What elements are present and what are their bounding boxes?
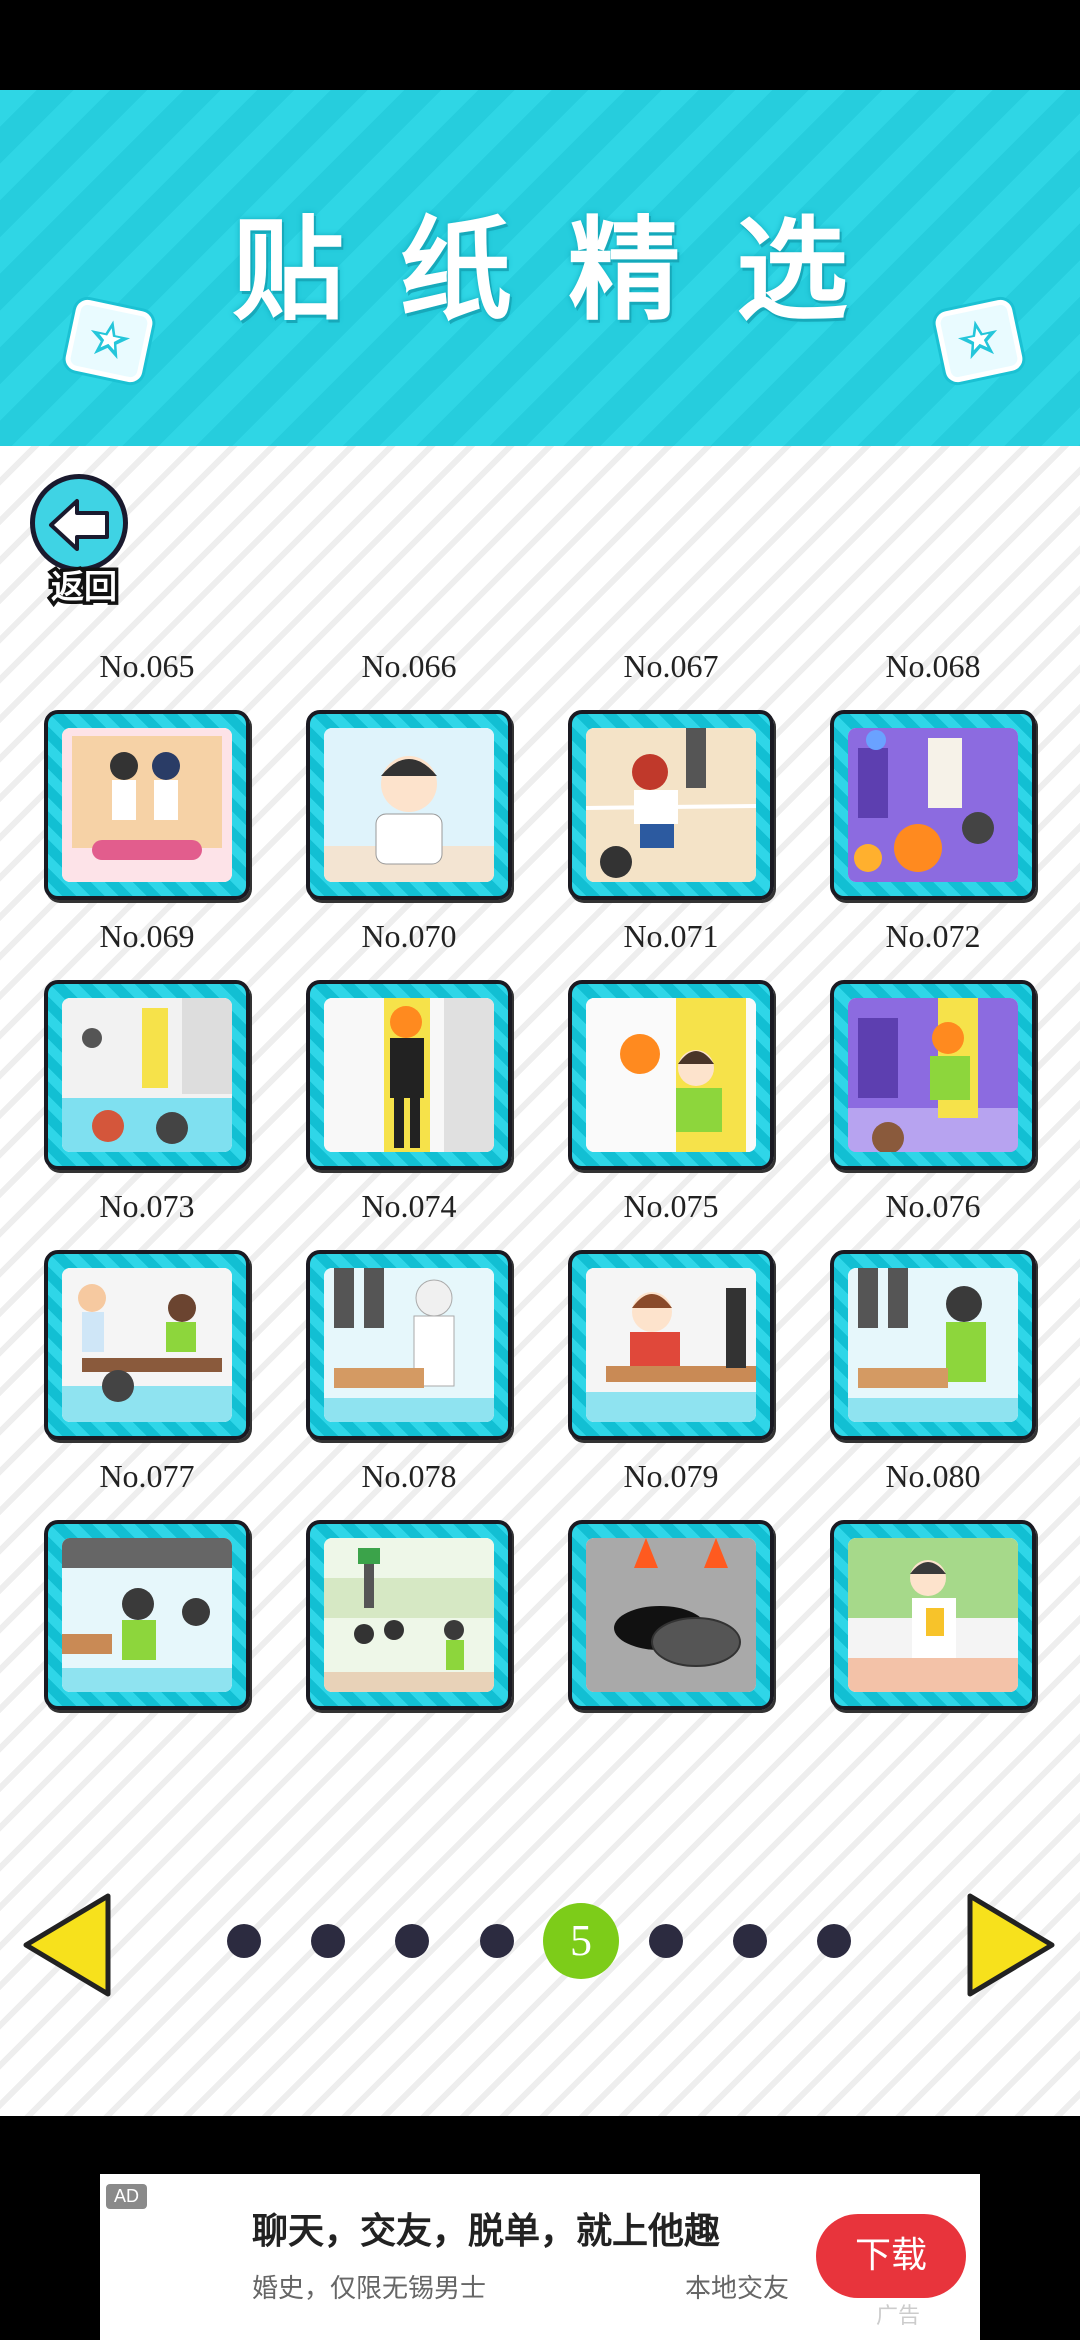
- page-dot[interactable]: [733, 1924, 767, 1958]
- sticker-label: No.069: [99, 918, 195, 954]
- page-title: 贴纸精选: [232, 206, 904, 336]
- page-dot[interactable]: [311, 1924, 345, 1958]
- sticker-label: No.068: [885, 648, 981, 684]
- ad-title[interactable]: 聊天，交友，脱单，就上他趣: [252, 2202, 720, 2254]
- right-arrow-icon[interactable]: [960, 1890, 1060, 2000]
- sticker-label: No.078: [361, 1458, 457, 1494]
- left-arrow-icon[interactable]: [18, 1890, 118, 2000]
- sticker-label: No.072: [885, 918, 981, 954]
- ad-subtitle: 本地交友: [685, 2274, 790, 2304]
- back-button[interactable]: 返回: [24, 474, 140, 614]
- sticker-card-071[interactable]: [568, 980, 774, 1170]
- page-dot[interactable]: [817, 1924, 851, 1958]
- ad-banner[interactable]: AD 聊天，交友，脱单，就上他趣 婚史，仅限无锡男士 本地交友 下载 广告: [100, 2174, 980, 2340]
- sticker-label: No.066: [361, 648, 457, 684]
- sticker-label: No.077: [99, 1458, 195, 1494]
- ad-badge: AD: [106, 2184, 148, 2209]
- sticker-label: No.080: [885, 1458, 981, 1494]
- status-bar: [0, 0, 1080, 90]
- sticker-label: No.071: [623, 918, 719, 954]
- sticker-card-076[interactable]: [830, 1250, 1036, 1440]
- sticker-label: No.075: [623, 1188, 719, 1224]
- sticker-label: No.070: [361, 918, 457, 954]
- page-dot[interactable]: [227, 1924, 261, 1958]
- sticker-card-080[interactable]: [830, 1520, 1036, 1710]
- page-dot[interactable]: [649, 1924, 683, 1958]
- ad-mark: 广告: [876, 2304, 921, 2329]
- sticker-card-069[interactable]: [44, 980, 250, 1170]
- sticker-card-065[interactable]: [44, 710, 250, 900]
- sticker-card-079[interactable]: [568, 1520, 774, 1710]
- sticker-label: No.067: [623, 648, 719, 684]
- sticker-card-072[interactable]: [830, 980, 1036, 1170]
- back-label: 返回: [48, 564, 121, 610]
- sticker-card-075[interactable]: [568, 1250, 774, 1440]
- sticker-label: No.065: [99, 648, 195, 684]
- download-button[interactable]: 下载: [816, 2214, 966, 2298]
- sticker-card-077[interactable]: [44, 1520, 250, 1710]
- sticker-card-068[interactable]: [830, 710, 1036, 900]
- sticker-card-073[interactable]: [44, 1250, 250, 1440]
- sticker-label: No.079: [623, 1458, 719, 1494]
- sticker-card-070[interactable]: [306, 980, 512, 1170]
- sticker-label: No.073: [99, 1188, 195, 1224]
- back-arrow-icon: [30, 474, 128, 572]
- sticker-card-067[interactable]: [568, 710, 774, 900]
- sticker-label: No.074: [361, 1188, 457, 1224]
- ad-subtitle: 婚史，仅限无锡男士: [252, 2274, 487, 2304]
- sticker-card-074[interactable]: [306, 1250, 512, 1440]
- sticker-card-066[interactable]: [306, 710, 512, 900]
- page-indicator-current[interactable]: 5: [543, 1903, 619, 1979]
- page-dot[interactable]: [395, 1924, 429, 1958]
- sticker-label: No.076: [885, 1188, 981, 1224]
- page-dot[interactable]: [480, 1924, 514, 1958]
- sticker-card-078[interactable]: [306, 1520, 512, 1710]
